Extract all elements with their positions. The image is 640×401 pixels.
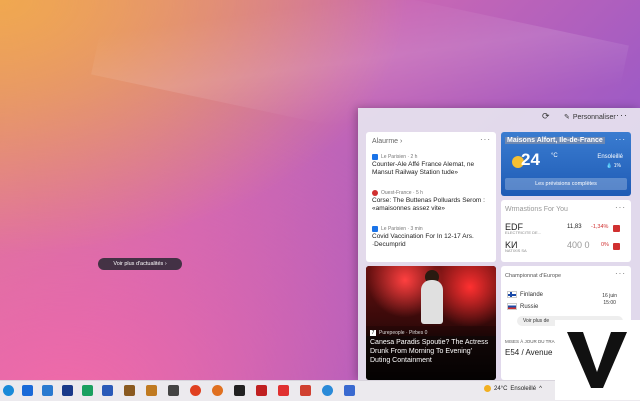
stock-name: ELECTRICITE DE... [505,230,542,235]
stock-flag-icon [613,225,620,232]
more-options-icon[interactable]: ··· [615,203,626,212]
story-headline: Corse: The Buttenas Polluards Serom : «a… [372,197,485,212]
app-icon[interactable] [124,385,135,396]
stocks-card[interactable]: Wrmastions For You ··· EDF ELECTRICITE D… [501,200,631,262]
app-icon[interactable] [82,385,93,396]
story-item[interactable]: Le Parisien · 3 min Covid Vaccination Fo… [372,226,492,249]
stock-price: 11,83 [567,224,582,230]
personalize-button[interactable]: ✎ Personnaliser [564,113,616,122]
pencil-icon: ✎ [564,114,570,121]
more-options-icon[interactable]: ··· [616,110,628,120]
source-logo-icon [372,190,378,196]
russia-flag-icon [507,303,517,310]
start-icon[interactable] [3,385,14,396]
photo-headline: Canesa Paradis Spoutie? The Actress Drun… [370,339,489,364]
weather-rain-chance: 💧 1% [606,163,621,169]
team-name: Finlande [520,291,544,298]
top-stories-title[interactable]: Alaurme › [372,138,402,145]
v-logo [567,332,627,388]
team-row: Russie [507,303,538,310]
personalize-label: Personnaliser [572,113,616,121]
browser-icon[interactable] [212,385,223,396]
chevron-up-icon[interactable]: ^ [539,386,542,392]
team-name: Russie [520,303,539,310]
stock-row[interactable]: KИ NATIXIS SA 400 0 0% [505,240,625,254]
story-headline: Covid Vaccination For In 12-17 Ars. ·Dec… [372,233,474,248]
story-source: Le Parisien · 3 min [381,226,423,232]
source-logo-icon: 7 [370,330,376,336]
app-icon[interactable] [168,385,179,396]
source-logo-icon [372,154,378,160]
stocks-title: Wrmastions For You [505,206,568,213]
panel-header: ⟳ ✎ Personnaliser ··· [358,108,640,130]
more-options-icon[interactable]: ··· [615,269,626,278]
finland-flag-icon [507,291,517,298]
match-time: 15:00 [603,300,616,306]
weather-condition: Ensoleillé [597,154,623,160]
more-options-icon[interactable]: ··· [615,135,626,144]
weather-widget-button[interactable]: 24°C Ensoleillé ^ [484,385,542,392]
stock-row[interactable]: EDF ELECTRICITE DE... 11,83 -1,34% [505,222,625,236]
traffic-label: MISES À JOUR DU TRAFIC [505,339,562,344]
top-stories-card[interactable]: Alaurme › ··· Le Parisien · 2 h Counter-… [366,132,496,262]
photo-news-card[interactable]: 7 Purepeople · Pirbes 0 Canesa Paradis S… [366,266,496,380]
weather-temperature: 24 [521,150,540,169]
match-day: 16 juin [602,293,617,299]
weather-unit: °C [551,153,558,159]
app-icon[interactable] [62,385,73,396]
taskbar: 24°C Ensoleillé ^ [0,380,640,401]
taskbar-temperature: 24°C [494,385,508,392]
story-headline: Counter-Ale Affé France Alemat, ne Mansu… [372,161,475,176]
match-date: 16 juin 15:00 [602,293,617,307]
app-icon[interactable] [146,385,157,396]
stock-change: 0% [601,242,609,248]
photo-source: 7 Purepeople · Pirbes 0 [370,330,427,336]
full-forecast-button[interactable]: Les prévisions complètes [505,178,627,190]
weather-card[interactable]: Maisons Alfort, Ile-de-France ··· 24 °C … [501,132,631,196]
app-icon[interactable] [344,385,355,396]
more-options-icon[interactable]: ··· [480,135,491,144]
sun-icon [484,385,491,392]
stock-change: -1,34% [591,224,609,230]
team-row: Finlande [507,291,543,298]
taskbar-condition: Ensoleillé [510,385,537,392]
see-more-news-button[interactable]: Voir plus d'actualités › [98,258,182,270]
story-source: Ouest-France · 5 h [381,190,423,196]
app-icon[interactable] [102,385,113,396]
app-icon[interactable] [42,385,53,396]
photo-person [421,280,443,324]
app-icon[interactable] [300,385,311,396]
app-icon[interactable] [278,385,289,396]
story-source: Le Parisien · 2 h [381,154,418,160]
browser-icon[interactable] [190,385,201,396]
source-logo-icon [372,226,378,232]
app-icon[interactable] [322,385,333,396]
stock-name: NATIXIS SA [505,248,527,253]
app-icon[interactable] [22,385,33,396]
app-icon[interactable] [234,385,245,396]
stock-price: 400 0 [567,240,590,250]
story-item[interactable]: Le Parisien · 2 h Counter-Ale Affé Franc… [372,154,492,177]
story-item[interactable]: Ouest-France · 5 h Corse: The Buttenas P… [372,190,492,213]
photo-source-label: Purepeople · Pirbes 0 [379,330,428,336]
stock-flag-icon [613,243,620,250]
sports-title: Championnat d'Europe [505,273,562,279]
app-icon[interactable] [256,385,267,396]
refresh-icon[interactable]: ⟳ [542,111,550,122]
weather-location: Maisons Alfort, Ile-de-France [505,137,605,144]
